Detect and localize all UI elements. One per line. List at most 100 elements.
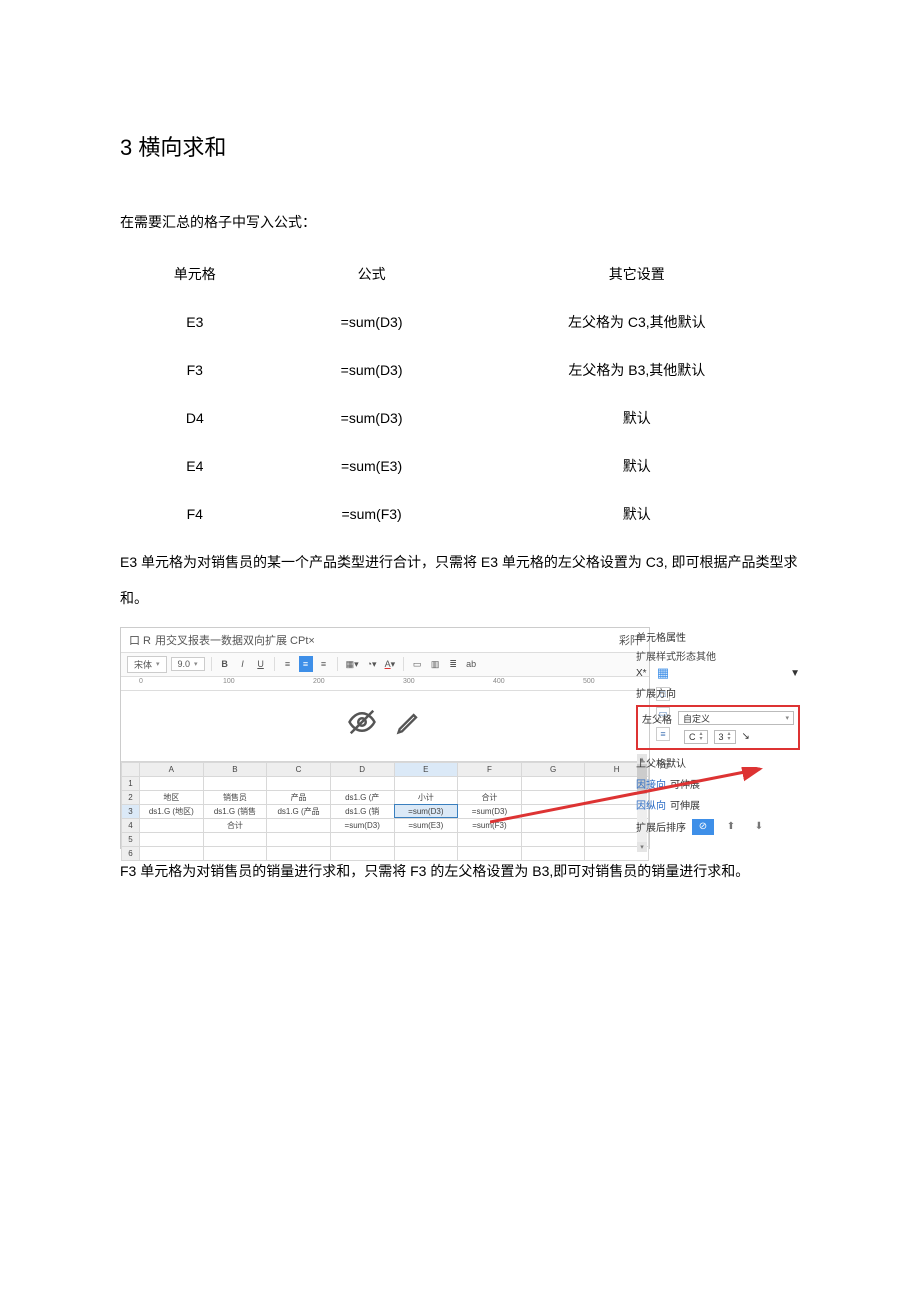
border-button[interactable]: ▦▾ (344, 656, 361, 672)
align-right-button[interactable]: ≡ (317, 656, 331, 672)
grid-row: 5 (122, 832, 649, 846)
cell[interactable]: 地区 (140, 790, 204, 804)
cell[interactable]: =sum(E3) (394, 818, 458, 832)
cell[interactable] (140, 776, 204, 790)
font-name-select[interactable]: 宋体 ▾ (127, 656, 167, 673)
cell[interactable] (203, 776, 267, 790)
row-header[interactable]: 5 (122, 832, 140, 846)
grid[interactable]: A B C D E F G H 1 (121, 761, 649, 861)
cell[interactable] (267, 846, 331, 860)
chevron-down-icon: ▾ (785, 714, 789, 722)
col-header[interactable]: C (267, 762, 331, 776)
cell[interactable] (521, 776, 585, 790)
extend-horizontal-suffix: 可伸展 (670, 776, 700, 791)
dropdown-icon[interactable]: ▼ (790, 668, 800, 679)
ruler-tick: 200 (313, 678, 325, 685)
cell[interactable]: =sum(F3) (458, 818, 522, 832)
spinner-icon[interactable]: ▴▾ (700, 732, 703, 742)
row-header[interactable]: 6 (122, 846, 140, 860)
cell[interactable] (330, 832, 394, 846)
cell[interactable] (521, 804, 585, 818)
target-icon[interactable]: ↘ (742, 731, 750, 742)
extend-horizontal-link[interactable]: 因接向 (636, 776, 666, 791)
expand-direction-label: 扩展方向 (636, 685, 676, 700)
sort-desc-button[interactable]: ⬇ (748, 819, 770, 835)
ab-button[interactable]: ab (464, 656, 478, 672)
col-header[interactable]: G (521, 762, 585, 776)
cell[interactable]: 产品 (267, 790, 331, 804)
ruler-tick: 100 (223, 678, 235, 685)
cell[interactable]: 合计 (458, 790, 522, 804)
cell[interactable] (521, 832, 585, 846)
canvas-area (121, 691, 649, 761)
cell[interactable]: 销售员 (203, 790, 267, 804)
cell[interactable]: ds1.G (地区) (140, 804, 204, 818)
cell[interactable] (267, 832, 331, 846)
table-row: F3 =sum(D3) 左父格为 B3,其他默认 (120, 346, 800, 394)
col-header[interactable]: A (140, 762, 204, 776)
cell[interactable]: ds1.G (销 (330, 804, 394, 818)
unmerge-button[interactable]: ▥ (428, 656, 442, 672)
cell[interactable] (521, 790, 585, 804)
cell[interactable]: 合计 (203, 818, 267, 832)
cell[interactable] (458, 776, 522, 790)
extend-vertical-link[interactable]: 因纵向 (636, 797, 666, 812)
cell-selected[interactable]: =sum(D3) (394, 804, 458, 818)
cell[interactable] (394, 776, 458, 790)
cell[interactable]: ds1.G (销售 (203, 804, 267, 818)
col-header[interactable]: F (458, 762, 522, 776)
cell[interactable] (394, 832, 458, 846)
left-parent-col-input[interactable]: C ▴▾ (684, 730, 708, 744)
col-header[interactable]: E (394, 762, 458, 776)
cell[interactable] (140, 818, 204, 832)
align-center-button[interactable]: ≡ (299, 656, 313, 672)
font-name-value: 宋体 (134, 658, 152, 671)
font-color-button[interactable]: A▾ (383, 656, 398, 672)
cell[interactable] (458, 846, 522, 860)
merge-button[interactable]: ▭ (410, 656, 424, 672)
italic-button[interactable]: I (236, 656, 250, 672)
left-parent-mode-value: 自定义 (683, 712, 710, 725)
cell[interactable] (330, 776, 394, 790)
designer-screenshot: 口 R 用交叉报表一数据双向扩展 CPt× 彩阡 宋体 ▾ 9.0 ▾ B I … (120, 627, 800, 849)
left-parent-mode-select[interactable]: 自定义 ▾ (678, 711, 794, 725)
corner-cell[interactable] (122, 762, 140, 776)
scroll-down-icon[interactable]: ▾ (637, 842, 647, 852)
paragraph-middle: E3 单元格为对销售员的某一个产品类型进行合计，只需将 E3 单元格的左父格设置… (120, 544, 800, 617)
col-header[interactable]: D (330, 762, 394, 776)
cell[interactable] (203, 846, 267, 860)
cell[interactable] (458, 832, 522, 846)
sort-asc-button[interactable]: ⬆ (720, 819, 742, 835)
wrap-button[interactable]: ≣ (446, 656, 460, 672)
cell[interactable] (521, 846, 585, 860)
cell[interactable]: =sum(D3) (330, 818, 394, 832)
left-parent-row-input[interactable]: 3 ▴▾ (714, 730, 736, 744)
cell[interactable] (521, 818, 585, 832)
cell[interactable] (203, 832, 267, 846)
grid-row: 6 (122, 846, 649, 860)
cell[interactable] (267, 818, 331, 832)
cell[interactable] (394, 846, 458, 860)
cell[interactable]: =sum(D3) (458, 804, 522, 818)
align-left-button[interactable]: ≡ (281, 656, 295, 672)
fill-color-button[interactable]: ◔▾ (365, 656, 379, 672)
spinner-icon[interactable]: ▴▾ (728, 732, 731, 742)
col-header[interactable]: B (203, 762, 267, 776)
row-header[interactable]: 1 (122, 776, 140, 790)
panel-tabs[interactable]: 扩展样式形态其他 (636, 646, 800, 665)
row-header[interactable]: 2 (122, 790, 140, 804)
cell[interactable] (330, 846, 394, 860)
row-header[interactable]: 3 (122, 804, 140, 818)
left-parent-col-value: C (689, 732, 696, 742)
row-header[interactable]: 4 (122, 818, 140, 832)
cell[interactable] (140, 846, 204, 860)
underline-button[interactable]: U (254, 656, 268, 672)
bold-button[interactable]: B (218, 656, 232, 672)
font-size-select[interactable]: 9.0 ▾ (171, 657, 205, 671)
cell[interactable]: ds1.G (产品 (267, 804, 331, 818)
cell[interactable]: 小计 (394, 790, 458, 804)
cell[interactable] (140, 832, 204, 846)
sort-none-button[interactable]: ⊘ (692, 819, 714, 835)
cell[interactable]: ds1.G (产 (330, 790, 394, 804)
cell[interactable] (267, 776, 331, 790)
